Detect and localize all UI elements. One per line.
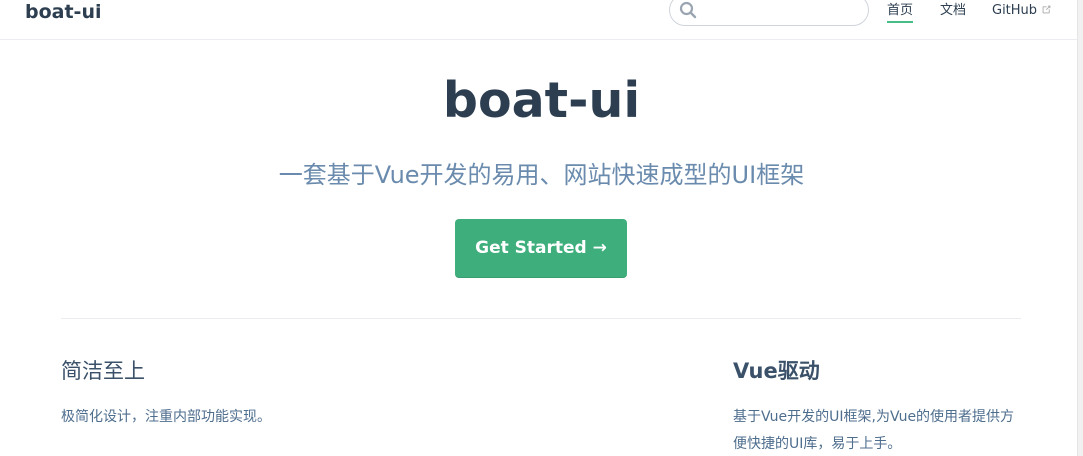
nav-item-github-label: GitHub [992,3,1038,18]
scrollbar[interactable] [1077,0,1083,456]
feature-card: 简洁至上 极简化设计，注重内部功能实现。 [61,352,361,431]
site-name-link[interactable]: boat-ui [25,0,101,24]
feature-title: 简洁至上 [61,359,145,383]
hero-title: boat-ui [442,72,641,129]
feature-card: Vue驱动 基于Vue开发的UI框架,为Vue的使用者提供方便快捷的UI库，易于… [733,352,1023,456]
search-icon [679,1,697,19]
page: boat-ui 首页 文档 GitHub boat-ui 一套基于Vue开发的易… [0,0,1083,456]
search-box[interactable] [669,0,869,26]
nav-item-home[interactable]: 首页 [887,2,914,23]
external-link-icon [1042,5,1051,14]
get-started-button[interactable]: Get Started → [455,219,627,278]
feature-title: Vue驱动 [733,359,820,383]
navbar: boat-ui 首页 文档 GitHub [0,0,1078,40]
nav-item-docs[interactable]: 文档 [940,2,966,20]
feature-details: 极简化设计，注重内部功能实现。 [61,409,271,425]
nav-item-github[interactable]: GitHub [992,2,1052,20]
hero-description: 一套基于Vue开发的易用、网站快速成型的UI框架 [278,161,805,189]
divider [61,318,1021,319]
search-input[interactable] [702,0,856,23]
feature-details: 基于Vue开发的UI框架,为Vue的使用者提供方便快捷的UI库，易于上手。 [733,409,1015,452]
